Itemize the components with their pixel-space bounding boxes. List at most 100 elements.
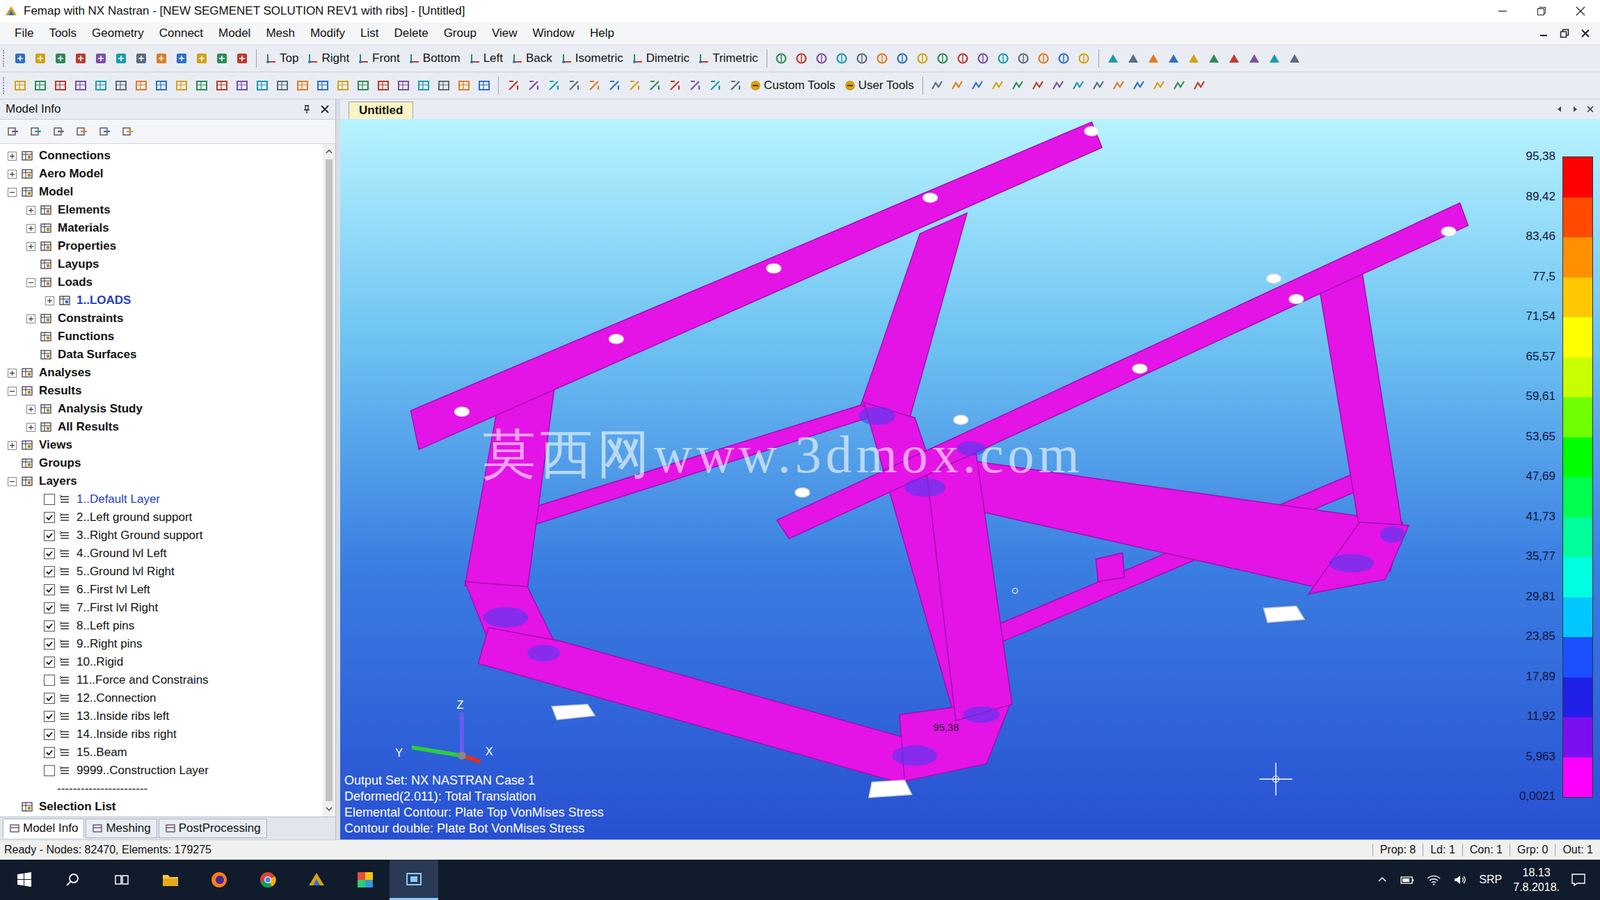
- toolbar-button[interactable]: [29, 48, 51, 69]
- femap-app[interactable]: [292, 859, 341, 900]
- view-button[interactable]: Bottom: [404, 51, 465, 66]
- toolbar-button[interactable]: [973, 48, 994, 69]
- toolbar-button[interactable]: [852, 48, 873, 69]
- tree-item[interactable]: 1..Default Layer: [0, 490, 323, 509]
- tab-prev-icon[interactable]: [1555, 105, 1564, 114]
- toolbar-button[interactable]: [1189, 75, 1210, 96]
- tree-toolbar-button[interactable]: [94, 121, 115, 142]
- layer-checkbox[interactable]: [43, 638, 55, 650]
- tools-menu-button[interactable]: Custom Tools: [745, 78, 840, 93]
- toolbar-button[interactable]: [1028, 75, 1049, 96]
- toolbar-button[interactable]: [372, 75, 394, 96]
- toolbar-button[interactable]: [1204, 48, 1225, 69]
- toolbar-button[interactable]: [393, 75, 414, 96]
- toolbar-button[interactable]: [171, 75, 192, 96]
- tree-toolbar-button[interactable]: [71, 121, 92, 142]
- tools-menu-button[interactable]: User Tools: [839, 78, 919, 93]
- toolbar-button[interactable]: [50, 48, 71, 69]
- toolbar-button[interactable]: [502, 75, 524, 96]
- layer-checkbox[interactable]: [43, 729, 55, 741]
- view-button[interactable]: Right: [302, 51, 354, 66]
- toolbar-button[interactable]: [413, 75, 434, 96]
- view-button[interactable]: Left: [464, 51, 508, 66]
- toolbar-button[interactable]: [29, 75, 51, 96]
- tree-toolbar-button[interactable]: [2, 121, 23, 142]
- layer-checkbox[interactable]: [43, 512, 55, 524]
- tree-item[interactable]: Model: [0, 182, 323, 202]
- close-panel-icon[interactable]: [320, 104, 330, 115]
- tree-item[interactable]: Connections: [0, 146, 323, 165]
- toolbar-button[interactable]: [70, 75, 91, 96]
- toolbar-button[interactable]: [523, 75, 544, 96]
- toolbar-button[interactable]: [1224, 48, 1245, 69]
- toolbar-button[interactable]: [724, 75, 746, 96]
- color-app[interactable]: [340, 859, 390, 900]
- toolbar-button[interactable]: [987, 75, 1008, 96]
- layer-checkbox[interactable]: [43, 602, 55, 614]
- toolbar-button[interactable]: [1163, 48, 1184, 69]
- toolbar-button[interactable]: [583, 75, 604, 96]
- view-button[interactable]: Top: [260, 51, 303, 66]
- view-button[interactable]: Dimetric: [627, 51, 694, 66]
- expander-toggle[interactable]: [7, 368, 17, 378]
- toolbar-button[interactable]: [1048, 75, 1069, 96]
- layer-checkbox[interactable]: [43, 747, 55, 759]
- toolbar-button[interactable]: [811, 48, 832, 69]
- tree-item[interactable]: 9999..Construction Layer: [0, 761, 323, 780]
- tree-item[interactable]: 9..Right pins: [0, 635, 323, 654]
- toolbar-button[interactable]: [872, 48, 893, 69]
- toolbar-button[interactable]: [50, 75, 71, 96]
- panel-tab[interactable]: Model Info: [2, 818, 85, 839]
- tree-item[interactable]: Data Surfaces: [0, 345, 323, 364]
- toolbar-button[interactable]: [90, 48, 111, 69]
- expander-toggle[interactable]: [45, 296, 55, 306]
- toolbar-button[interactable]: [211, 75, 232, 96]
- layer-checkbox[interactable]: [43, 584, 55, 596]
- view-tab[interactable]: Untitled: [348, 101, 414, 119]
- active-app[interactable]: [389, 859, 439, 900]
- toolbar-button[interactable]: [1108, 75, 1130, 96]
- scroll-thumb[interactable]: [325, 159, 333, 802]
- layer-checkbox[interactable]: [43, 620, 55, 632]
- toolbar-button[interactable]: [231, 48, 252, 69]
- tree-item[interactable]: Groups: [0, 454, 323, 473]
- toolbar-button[interactable]: [1053, 48, 1075, 69]
- tree-item[interactable]: 2..Left ground support: [0, 508, 323, 527]
- tree-item[interactable]: All Results: [0, 418, 323, 437]
- tree-item[interactable]: 11..Force and Constrains: [0, 671, 323, 690]
- menu-item[interactable]: Help: [582, 25, 622, 42]
- toolbar-button[interactable]: [644, 75, 665, 96]
- toolbar-button[interactable]: [1103, 48, 1124, 69]
- start-button[interactable]: [0, 859, 49, 900]
- toolbar-button[interactable]: [110, 48, 131, 69]
- toolbar-button[interactable]: [251, 75, 272, 96]
- view-button[interactable]: Front: [353, 51, 405, 66]
- expander-toggle[interactable]: [7, 151, 17, 161]
- toolbar-button[interactable]: [1264, 48, 1285, 69]
- toolbar-grip[interactable]: [2, 77, 7, 94]
- menu-item[interactable]: Delete: [386, 25, 437, 42]
- tree-item[interactable]: Views: [0, 436, 323, 455]
- toolbar-button[interactable]: [433, 75, 454, 96]
- toolbar-button[interactable]: [1143, 48, 1164, 69]
- menu-item[interactable]: Model: [210, 25, 259, 42]
- toolbar-button[interactable]: [771, 48, 792, 69]
- task-view-button[interactable]: [97, 859, 147, 900]
- tree-item[interactable]: 5..Ground lvl Right: [0, 562, 323, 581]
- tab-next-icon[interactable]: [1570, 105, 1580, 114]
- toolbar-button[interactable]: [171, 48, 192, 69]
- tree-item[interactable]: 14..Inside ribs right: [0, 725, 323, 744]
- toolbar-button[interactable]: [1149, 75, 1170, 96]
- toolbar-button[interactable]: [603, 75, 624, 96]
- toolbar-button[interactable]: [211, 48, 232, 69]
- tree-item[interactable]: 6..First lvl Left: [0, 580, 323, 599]
- toolbar-button[interactable]: [624, 75, 645, 96]
- firefox-app[interactable]: [194, 859, 244, 900]
- toolbar-button[interactable]: [352, 75, 373, 96]
- notification-icon[interactable]: [1570, 873, 1587, 887]
- toolbar-button[interactable]: [1129, 75, 1150, 96]
- tree-item[interactable]: Selection List: [0, 797, 323, 816]
- minimize-button[interactable]: [1483, 0, 1523, 23]
- expander-toggle[interactable]: [26, 224, 36, 234]
- menu-item[interactable]: Connect: [151, 25, 211, 42]
